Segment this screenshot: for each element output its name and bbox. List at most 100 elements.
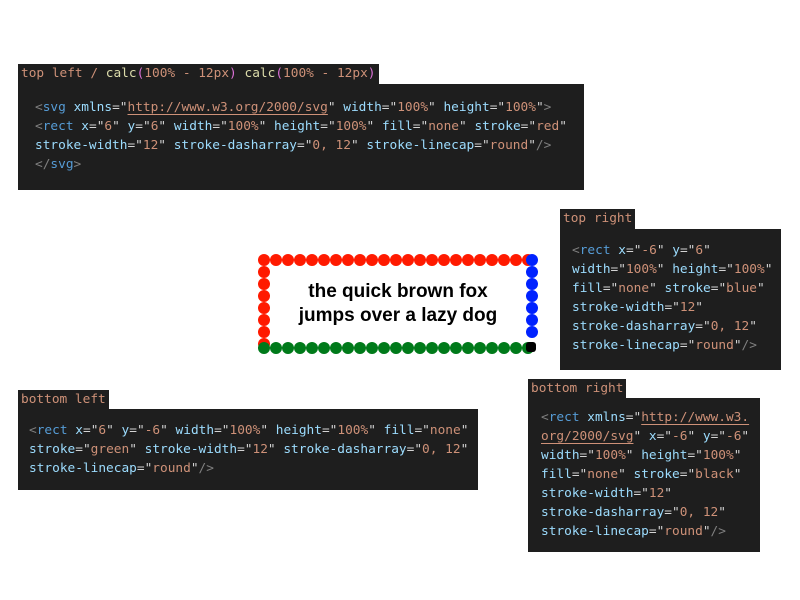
code-token-attr: stroke-width [541, 486, 634, 501]
code-line: stroke-dasharray="0, 12" [572, 317, 781, 336]
code-token-tag: /> [198, 461, 214, 476]
code-token-punc: =" [710, 281, 727, 296]
code-token-punc: =" [625, 410, 642, 425]
code-line: fill="none" stroke="black" [541, 465, 760, 484]
code-token-punc: " [428, 100, 444, 115]
code-token-attr: xmlns [73, 100, 113, 115]
code-token-attr: fill [541, 467, 572, 482]
code-token-name: svg [42, 100, 66, 115]
code-token-tag: < [572, 243, 580, 258]
code-token-str: none [618, 281, 650, 296]
code-token-punc: =" [406, 442, 423, 457]
code-token-str: round [695, 338, 734, 353]
code-token-punc: " [703, 243, 711, 258]
red-dot [378, 254, 390, 266]
code-token-attr: height [641, 448, 688, 463]
code-line: <rect xmlns="http://www.w3. [541, 408, 760, 427]
code-token-punc: " [160, 423, 176, 438]
red-dot [306, 254, 318, 266]
code-token-str: 100% [397, 100, 429, 115]
code-token-str: 100% [594, 448, 626, 463]
code-token-str: round [152, 461, 191, 476]
code-token-punc: =" [679, 467, 696, 482]
code-token-punc: =" [381, 100, 398, 115]
code-token-punc: =" [664, 505, 680, 520]
code-token-punc: =" [579, 448, 595, 463]
code-line: <rect x="6" y="-6" width="100%" height="… [29, 421, 478, 440]
code-token-attr: stroke [29, 442, 76, 457]
code-token-str: 100% [733, 262, 765, 277]
green-dot [486, 342, 498, 354]
code-token-punc: " [368, 423, 384, 438]
code-token-str: red [536, 119, 560, 134]
green-dot [378, 342, 390, 354]
red-dot [270, 254, 282, 266]
code-token-punc: =" [297, 138, 313, 153]
code-token-attr: fill [572, 281, 603, 296]
code-token-str: none [429, 423, 461, 438]
code-token-url[interactable]: http://www.w3. [641, 410, 749, 425]
blue-dot [526, 266, 538, 278]
code-token-punc: =" [679, 338, 696, 353]
code-token-url[interactable]: http://www.w3.org/2000/svg [128, 100, 328, 115]
green-dot [474, 342, 486, 354]
code-token-attr: xmlns [587, 410, 626, 425]
code-token-punc: =" [82, 423, 99, 438]
code-token-plain: top right [563, 211, 633, 226]
code-token-attr: stroke-linecap [572, 338, 680, 353]
code-token-attr: width [572, 262, 611, 277]
code-token-punc: =" [633, 486, 649, 501]
red-dot [318, 254, 330, 266]
code-token-punc: =" [136, 461, 153, 476]
green-dot [258, 342, 270, 354]
code-line: stroke-width="12" [541, 484, 760, 503]
code-token-punc: " [460, 442, 469, 457]
code-token-punc: " [625, 448, 642, 463]
code-block-top-right: <rect x="-6" y="6" width="100%" height="1… [560, 229, 781, 370]
red-dot [366, 254, 378, 266]
red-dot [354, 254, 366, 266]
code-token-str: 100% [335, 119, 367, 134]
code-token-attr: stroke-linecap [541, 524, 649, 539]
panel-label-bottom-right: bottom right [528, 379, 627, 399]
code-token-str: 6 [98, 423, 107, 438]
code-token-punc: " [733, 467, 742, 482]
code-token-str: 0, 12 [710, 319, 750, 334]
demo-text: the quick brown fox jumps over a lazy do… [264, 280, 532, 328]
code-line: stroke-linecap="round"/> [541, 522, 760, 541]
green-dot [402, 342, 414, 354]
code-token-attr: x [648, 429, 657, 444]
code-token-tag: > [73, 157, 82, 172]
code-token-punc: " [158, 138, 174, 153]
code-token-attr: height [443, 100, 490, 115]
code-token-str: 6 [695, 243, 704, 258]
code-token-punc: " [158, 119, 174, 134]
red-dot [294, 254, 306, 266]
code-token-plain: 100% - 12px [283, 66, 368, 81]
code-token-punc: =" [679, 243, 696, 258]
code-token-punc: " [718, 505, 726, 520]
code-token-url[interactable]: org/2000/svg [541, 429, 633, 444]
code-token-attr: x [618, 243, 626, 258]
code-line: stroke-linecap="round"/> [572, 336, 781, 355]
code-token-str: 100% [229, 423, 261, 438]
red-dot [426, 254, 438, 266]
code-token-tag: < [541, 410, 549, 425]
code-token-plain: top left / [21, 66, 106, 81]
demo-text-line-2: jumps over a lazy dog [298, 305, 498, 326]
code-token-name: rect [36, 423, 68, 438]
code-token-str: 0, 12 [312, 138, 351, 153]
code-line: fill="none" stroke="blue" [572, 279, 781, 298]
red-dot [414, 254, 426, 266]
code-token-punc: " [695, 300, 704, 315]
green-dot [294, 342, 306, 354]
blue-dot [526, 254, 538, 266]
code-block-bottom-right: <rect xmlns="http://www.w3. org/2000/svg "… [528, 398, 760, 552]
red-dot [282, 254, 294, 266]
code-token-str: none [428, 119, 460, 134]
code-token-punc: " [749, 319, 757, 334]
green-dot [498, 342, 510, 354]
code-token-str: -6 [641, 243, 657, 258]
code-token-punc: " [764, 262, 773, 277]
code-token-punc: " [258, 119, 275, 134]
